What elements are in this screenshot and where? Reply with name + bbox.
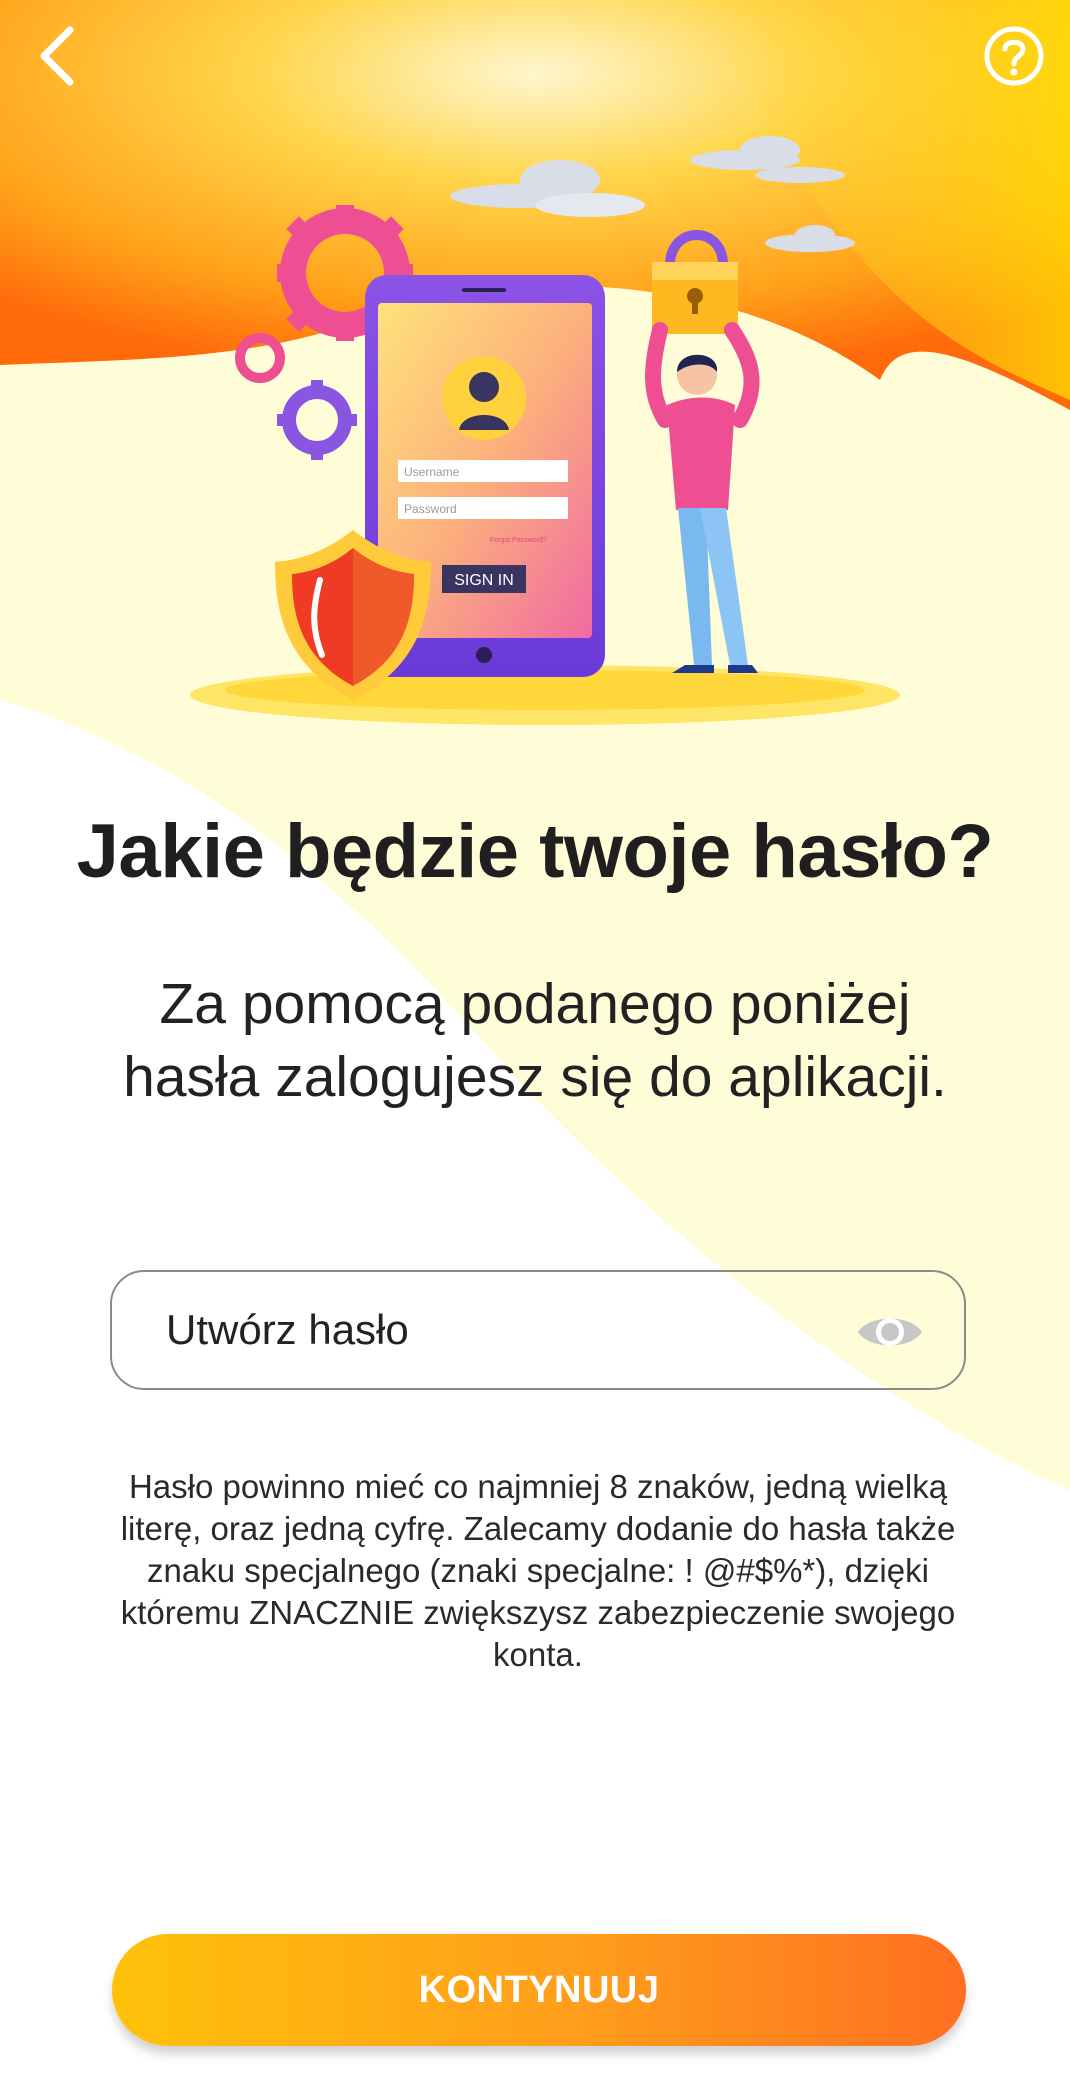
question-circle-icon — [984, 26, 1044, 86]
password-input[interactable] — [164, 1305, 808, 1355]
login-illustration: Username Password Forgot Password? SIGN … — [190, 136, 900, 725]
page-subtitle: Za pomocą podanego poniżej hasła zaloguj… — [123, 972, 947, 1109]
chevron-left-icon — [40, 26, 74, 86]
password-requirements-hint: Hasło powinno mieć co najmniej 8 znaków,… — [120, 1468, 956, 1673]
person-with-lock — [645, 230, 760, 673]
page-title: Jakie będzie twoje hasło? — [76, 809, 994, 894]
help-button[interactable] — [978, 20, 1050, 92]
show-password-button[interactable] — [854, 1302, 926, 1362]
back-button[interactable] — [22, 20, 94, 92]
illustration-signin-text: SIGN IN — [454, 572, 514, 589]
password-field[interactable] — [110, 1270, 966, 1390]
illustration-username-text: Username — [404, 465, 460, 479]
continue-button[interactable]: KONTYNUUJ — [112, 1934, 966, 2046]
illustration-password-text: Password — [404, 502, 457, 516]
illustration-forgot-text: Forgot Password? — [490, 537, 547, 544]
clouds — [450, 136, 855, 252]
eye-icon — [858, 1318, 922, 1346]
